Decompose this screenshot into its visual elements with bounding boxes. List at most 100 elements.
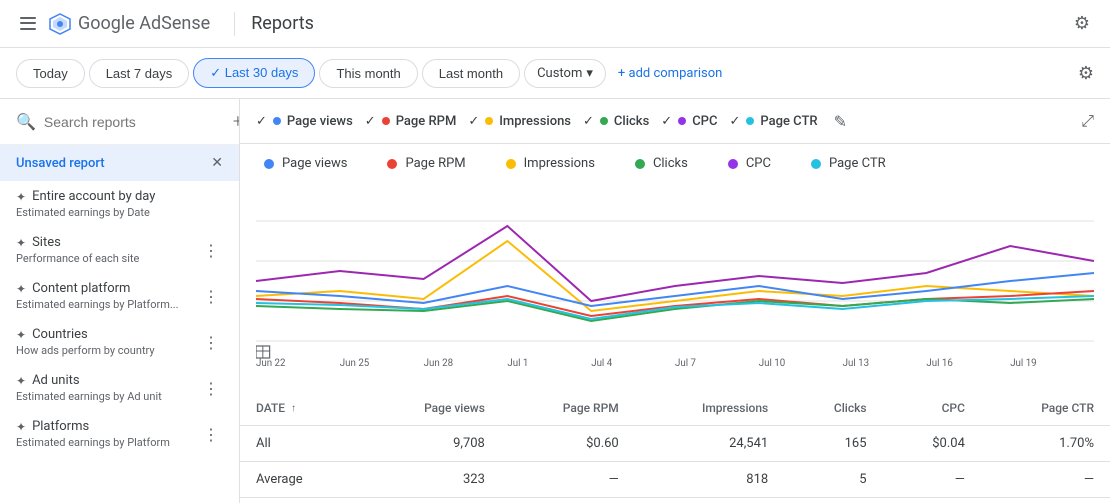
add-comparison-button[interactable]: + add comparison: [618, 66, 722, 81]
cell-avg-pagectr: —: [981, 462, 1110, 498]
legend-page-ctr-label: Page CTR: [829, 156, 886, 171]
wand-icon: ✦: [16, 190, 26, 204]
filter-clicks-label: Clicks: [614, 114, 649, 129]
cell-all-date: All: [240, 426, 360, 462]
hamburger-menu[interactable]: [16, 12, 40, 36]
svg-text:Jun 28: Jun 28: [424, 358, 453, 369]
sidebar-item-entire-account[interactable]: ✦ Entire account by day Estimated earnin…: [0, 181, 239, 227]
th-cpc[interactable]: CPC: [883, 391, 981, 426]
legend-impressions-label: Impressions: [524, 156, 595, 171]
svg-text:Jul 10: Jul 10: [759, 358, 785, 369]
sidebar-item-sub-3: How ads perform by country: [16, 344, 155, 357]
legend-cpc: CPC: [728, 156, 771, 171]
svg-text:Jul 13: Jul 13: [843, 358, 869, 369]
legend-page-ctr-dot: [811, 159, 821, 169]
svg-text:Jul 7: Jul 7: [675, 358, 696, 369]
th-date-label: DATE: [256, 401, 285, 415]
filter-page-views[interactable]: Page views: [256, 114, 353, 129]
search-input[interactable]: [44, 114, 225, 130]
active-report-item[interactable]: Unsaved report ✕: [0, 145, 239, 181]
sidebar-item-sub-5: Estimated earnings by Platform: [16, 436, 170, 449]
custom-label: Custom: [537, 66, 582, 81]
sidebar-item-platforms[interactable]: ✦ Platforms Estimated earnings by Platfo…: [0, 411, 239, 457]
chart-filters: Page views Page RPM Impressions Clicks C…: [240, 99, 1110, 144]
sidebar: 🔍 + Unsaved report ✕ ✦ Entire account by…: [0, 99, 240, 503]
th-clicks[interactable]: Clicks: [784, 391, 882, 426]
legend-page-rpm-label: Page RPM: [405, 156, 465, 171]
legend-impressions: Impressions: [506, 156, 595, 171]
add-report-icon[interactable]: +: [233, 111, 240, 132]
clicks-dot: [600, 117, 608, 125]
three-dot-icon-4[interactable]: ⋮: [199, 375, 223, 402]
sidebar-item-countries[interactable]: ✦ Countries How ads perform by country ⋮: [0, 319, 239, 365]
filter-impressions[interactable]: Impressions: [468, 114, 571, 129]
th-page-views[interactable]: Page views: [360, 391, 501, 426]
legend-cpc-label: CPC: [746, 156, 771, 171]
chevron-down-icon: ▾: [586, 66, 593, 81]
legend-clicks-dot: [635, 159, 645, 169]
wand-icon-2: ✦: [16, 282, 26, 296]
sidebar-item-title-0: Entire account by day: [32, 189, 155, 204]
sidebar-item-content-platform[interactable]: ✦ Content platform Estimated earnings by…: [0, 273, 239, 319]
legend-page-views: Page views: [264, 156, 347, 171]
wand-icon-1: ✦: [16, 236, 26, 250]
three-dot-icon-3[interactable]: ⋮: [199, 329, 223, 356]
filter-page-ctr[interactable]: Page CTR: [729, 114, 817, 129]
legend-page-views-dot: [264, 159, 274, 169]
active-report-label: Unsaved report: [16, 156, 105, 171]
filter-page-rpm[interactable]: Page RPM: [365, 114, 457, 129]
legend-clicks: Clicks: [635, 156, 688, 171]
sidebar-item-sites[interactable]: ✦ Sites Performance of each site ⋮: [0, 227, 239, 273]
three-dot-icon-5[interactable]: ⋮: [199, 421, 223, 448]
th-impressions[interactable]: Impressions: [635, 391, 784, 426]
legend-clicks-label: Clicks: [653, 156, 688, 171]
date-settings-icon[interactable]: ⚙: [1078, 63, 1094, 84]
search-icon: 🔍: [16, 112, 36, 131]
sort-asc-icon: ↑: [291, 403, 296, 414]
cell-all-cpc: $0.04: [883, 426, 981, 462]
cpc-dot: [678, 117, 686, 125]
close-icon[interactable]: ✕: [211, 155, 223, 171]
cell-all-clicks: 165: [784, 426, 882, 462]
add-comparison-label: + add comparison: [618, 66, 722, 81]
thismonth-button[interactable]: This month: [319, 59, 417, 88]
table-row-average: Average 323 — 818 5 — —: [240, 462, 1110, 498]
cell-avg-clicks: 5: [784, 462, 882, 498]
filter-page-ctr-label: Page CTR: [760, 114, 817, 129]
filter-page-views-label: Page views: [287, 114, 353, 129]
sidebar-item-sub-4: Estimated earnings by Ad unit: [16, 390, 162, 403]
sidebar-item-ad-units[interactable]: ✦ Ad units Estimated earnings by Ad unit…: [0, 365, 239, 411]
google-adsense-logo: [48, 12, 72, 36]
cell-avg-cpc: —: [883, 462, 981, 498]
three-dot-icon-1[interactable]: ⋮: [199, 237, 223, 264]
filter-cpc[interactable]: CPC: [661, 114, 717, 129]
th-page-ctr[interactable]: Page CTR: [981, 391, 1110, 426]
legend-cpc-dot: [728, 159, 738, 169]
filter-clicks[interactable]: Clicks: [583, 114, 649, 129]
last30-button[interactable]: Last 30 days: [193, 58, 315, 88]
three-dot-icon-2[interactable]: ⋮: [199, 283, 223, 310]
data-table: DATE ↑ Page views Page RPM Impressions C…: [240, 391, 1110, 498]
filter-cpc-label: CPC: [692, 114, 717, 129]
lastmonth-button[interactable]: Last month: [422, 59, 520, 88]
settings-icon[interactable]: ⚙: [1070, 12, 1094, 36]
legend-page-ctr: Page CTR: [811, 156, 886, 171]
custom-button[interactable]: Custom ▾: [524, 59, 606, 88]
sidebar-item-sub-0: Estimated earnings by Date: [16, 206, 155, 219]
edit-metrics-icon[interactable]: ✎: [834, 112, 847, 131]
impressions-dot: [485, 117, 493, 125]
wand-icon-3: ✦: [16, 328, 26, 342]
page-rpm-dot: [382, 117, 390, 125]
sidebar-item-title-5: Platforms: [32, 419, 89, 434]
sidebar-item-title-2: Content platform: [32, 281, 130, 296]
sidebar-item-sub-2: Estimated earnings by Platform...: [16, 298, 179, 311]
th-date[interactable]: DATE ↑: [240, 391, 360, 426]
th-page-rpm[interactable]: Page RPM: [501, 391, 635, 426]
svg-text:Jun 25: Jun 25: [340, 358, 370, 369]
cell-avg-pageviews: 323: [360, 462, 501, 498]
expand-chart-icon[interactable]: ⤢: [1081, 111, 1094, 131]
today-button[interactable]: Today: [16, 59, 85, 88]
filter-page-rpm-label: Page RPM: [396, 114, 457, 129]
sidebar-item-title-1: Sites: [32, 235, 61, 250]
last7-button[interactable]: Last 7 days: [89, 59, 190, 88]
